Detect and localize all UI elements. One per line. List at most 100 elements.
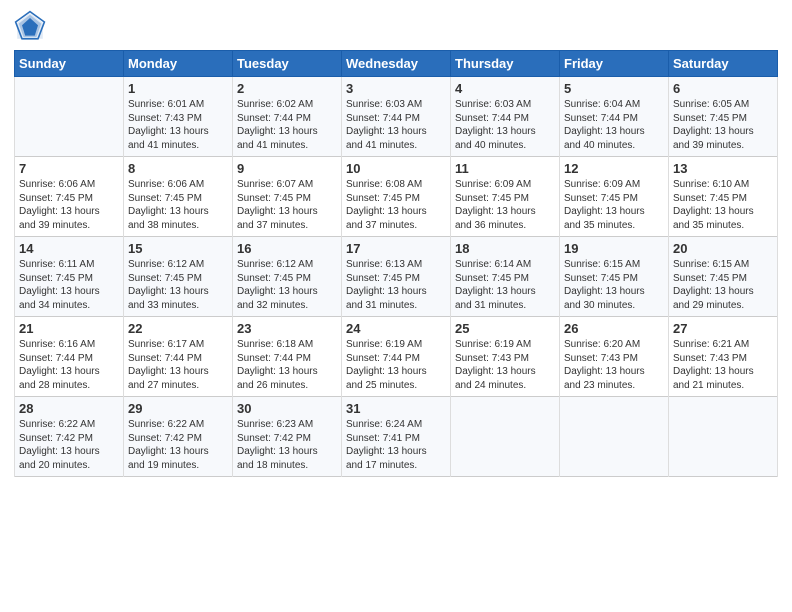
day-info: Sunrise: 6:21 AM Sunset: 7:43 PM Dayligh… [673, 338, 773, 392]
day-number: 23 [237, 321, 337, 336]
day-number: 13 [673, 161, 773, 176]
header-day-friday: Friday [560, 51, 669, 77]
day-number: 14 [19, 241, 119, 256]
day-info: Sunrise: 6:05 AM Sunset: 7:45 PM Dayligh… [673, 98, 773, 152]
logo [14, 10, 50, 42]
header-day-tuesday: Tuesday [233, 51, 342, 77]
day-cell: 7Sunrise: 6:06 AM Sunset: 7:45 PM Daylig… [15, 157, 124, 237]
day-info: Sunrise: 6:04 AM Sunset: 7:44 PM Dayligh… [564, 98, 664, 152]
day-info: Sunrise: 6:13 AM Sunset: 7:45 PM Dayligh… [346, 258, 446, 312]
day-number: 4 [455, 81, 555, 96]
day-number: 26 [564, 321, 664, 336]
day-cell [560, 397, 669, 477]
week-row-1: 7Sunrise: 6:06 AM Sunset: 7:45 PM Daylig… [15, 157, 778, 237]
day-cell: 3Sunrise: 6:03 AM Sunset: 7:44 PM Daylig… [342, 77, 451, 157]
day-info: Sunrise: 6:08 AM Sunset: 7:45 PM Dayligh… [346, 178, 446, 232]
day-cell: 8 Sunrise: 6:06 AM Sunset: 7:45 PM Daylig… [124, 157, 233, 237]
day-cell: 18 Sunrise: 6:14 AM Sunset: 7:45 PM Dayli… [451, 237, 560, 317]
header-day-saturday: Saturday [669, 51, 778, 77]
day-info: Sunrise: 6:19 AM Sunset: 7:43 PM Dayligh… [455, 338, 555, 392]
calendar-thead: SundayMondayTuesdayWednesdayThursdayFrid… [15, 51, 778, 77]
day-number: 22 [128, 321, 228, 336]
day-number: 31 [346, 401, 446, 416]
day-info: Sunrise: 6:01 AM Sunset: 7:43 PM Dayligh… [128, 98, 228, 152]
day-info: Sunrise: 6:22 AM Sunset: 7:42 PM Dayligh… [128, 418, 228, 472]
day-cell: 17 Sunrise: 6:13 AM Sunset: 7:45 PM Dayli… [342, 237, 451, 317]
day-number: 21 [19, 321, 119, 336]
header-day-monday: Monday [124, 51, 233, 77]
day-cell: 27Sunrise: 6:21 AM Sunset: 7:43 PM Dayli… [669, 317, 778, 397]
day-cell: 30Sunrise: 6:23 AM Sunset: 7:42 PM Dayli… [233, 397, 342, 477]
day-cell: 22 Sunrise: 6:17 AM Sunset: 7:44 PM Dayli… [124, 317, 233, 397]
day-cell: 28Sunrise: 6:22 AM Sunset: 7:42 PM Dayli… [15, 397, 124, 477]
day-cell: 13Sunrise: 6:10 AM Sunset: 7:45 PM Dayli… [669, 157, 778, 237]
week-row-4: 28Sunrise: 6:22 AM Sunset: 7:42 PM Dayli… [15, 397, 778, 477]
day-cell: 1Sunrise: 6:01 AM Sunset: 7:43 PM Daylig… [124, 77, 233, 157]
day-number: 11 [455, 161, 555, 176]
day-cell: 6Sunrise: 6:05 AM Sunset: 7:45 PM Daylig… [669, 77, 778, 157]
day-number: 20 [673, 241, 773, 256]
day-info: Sunrise: 6:09 AM Sunset: 7:45 PM Dayligh… [564, 178, 664, 232]
day-number: 16 [237, 241, 337, 256]
day-cell: 5 Sunrise: 6:04 AM Sunset: 7:44 PM Daylig… [560, 77, 669, 157]
day-cell: 11Sunrise: 6:09 AM Sunset: 7:45 PM Dayli… [451, 157, 560, 237]
day-cell: 23 Sunrise: 6:18 AM Sunset: 7:44 PM Dayli… [233, 317, 342, 397]
day-cell: 31 Sunrise: 6:24 AM Sunset: 7:41 PM Dayli… [342, 397, 451, 477]
calendar-header [14, 10, 778, 42]
day-number: 2 [237, 81, 337, 96]
day-info: Sunrise: 6:19 AM Sunset: 7:44 PM Dayligh… [346, 338, 446, 392]
day-number: 15 [128, 241, 228, 256]
day-cell: 15Sunrise: 6:12 AM Sunset: 7:45 PM Dayli… [124, 237, 233, 317]
day-info: Sunrise: 6:06 AM Sunset: 7:45 PM Dayligh… [19, 178, 119, 232]
header-day-sunday: Sunday [15, 51, 124, 77]
day-info: Sunrise: 6:03 AM Sunset: 7:44 PM Dayligh… [455, 98, 555, 152]
day-number: 10 [346, 161, 446, 176]
day-cell: 26 Sunrise: 6:20 AM Sunset: 7:43 PM Dayli… [560, 317, 669, 397]
day-info: Sunrise: 6:07 AM Sunset: 7:45 PM Dayligh… [237, 178, 337, 232]
day-number: 17 [346, 241, 446, 256]
day-info: Sunrise: 6:24 AM Sunset: 7:41 PM Dayligh… [346, 418, 446, 472]
day-info: Sunrise: 6:06 AM Sunset: 7:45 PM Dayligh… [128, 178, 228, 232]
day-cell: 19 Sunrise: 6:15 AM Sunset: 7:45 PM Dayli… [560, 237, 669, 317]
day-info: Sunrise: 6:15 AM Sunset: 7:45 PM Dayligh… [564, 258, 664, 312]
day-info: Sunrise: 6:17 AM Sunset: 7:44 PM Dayligh… [128, 338, 228, 392]
day-cell: 20 Sunrise: 6:15 AM Sunset: 7:45 PM Dayli… [669, 237, 778, 317]
day-info: Sunrise: 6:16 AM Sunset: 7:44 PM Dayligh… [19, 338, 119, 392]
header-row: SundayMondayTuesdayWednesdayThursdayFrid… [15, 51, 778, 77]
day-info: Sunrise: 6:03 AM Sunset: 7:44 PM Dayligh… [346, 98, 446, 152]
day-info: Sunrise: 6:18 AM Sunset: 7:44 PM Dayligh… [237, 338, 337, 392]
day-info: Sunrise: 6:02 AM Sunset: 7:44 PM Dayligh… [237, 98, 337, 152]
day-cell: 16 Sunrise: 6:12 AM Sunset: 7:45 PM Dayli… [233, 237, 342, 317]
day-cell [15, 77, 124, 157]
day-info: Sunrise: 6:11 AM Sunset: 7:45 PM Dayligh… [19, 258, 119, 312]
day-cell: 24 Sunrise: 6:19 AM Sunset: 7:44 PM Dayli… [342, 317, 451, 397]
day-info: Sunrise: 6:14 AM Sunset: 7:45 PM Dayligh… [455, 258, 555, 312]
day-number: 19 [564, 241, 664, 256]
calendar-page: SundayMondayTuesdayWednesdayThursdayFrid… [0, 0, 792, 612]
day-cell: 29 Sunrise: 6:22 AM Sunset: 7:42 PM Dayli… [124, 397, 233, 477]
day-info: Sunrise: 6:15 AM Sunset: 7:45 PM Dayligh… [673, 258, 773, 312]
day-number: 5 [564, 81, 664, 96]
day-number: 29 [128, 401, 228, 416]
day-cell [669, 397, 778, 477]
day-number: 8 [128, 161, 228, 176]
day-cell: 21 Sunrise: 6:16 AM Sunset: 7:44 PM Dayli… [15, 317, 124, 397]
day-cell: 9 Sunrise: 6:07 AM Sunset: 7:45 PM Daylig… [233, 157, 342, 237]
day-info: Sunrise: 6:20 AM Sunset: 7:43 PM Dayligh… [564, 338, 664, 392]
header-day-thursday: Thursday [451, 51, 560, 77]
day-info: Sunrise: 6:12 AM Sunset: 7:45 PM Dayligh… [237, 258, 337, 312]
day-number: 18 [455, 241, 555, 256]
day-cell: 10 Sunrise: 6:08 AM Sunset: 7:45 PM Dayli… [342, 157, 451, 237]
day-cell: 2 Sunrise: 6:02 AM Sunset: 7:44 PM Daylig… [233, 77, 342, 157]
day-number: 9 [237, 161, 337, 176]
day-cell: 14 Sunrise: 6:11 AM Sunset: 7:45 PM Dayli… [15, 237, 124, 317]
week-row-3: 21 Sunrise: 6:16 AM Sunset: 7:44 PM Dayli… [15, 317, 778, 397]
week-row-2: 14 Sunrise: 6:11 AM Sunset: 7:45 PM Dayli… [15, 237, 778, 317]
day-cell [451, 397, 560, 477]
day-number: 25 [455, 321, 555, 336]
header-day-wednesday: Wednesday [342, 51, 451, 77]
day-number: 24 [346, 321, 446, 336]
day-cell: 12Sunrise: 6:09 AM Sunset: 7:45 PM Dayli… [560, 157, 669, 237]
week-row-0: 1Sunrise: 6:01 AM Sunset: 7:43 PM Daylig… [15, 77, 778, 157]
calendar-table: SundayMondayTuesdayWednesdayThursdayFrid… [14, 50, 778, 477]
